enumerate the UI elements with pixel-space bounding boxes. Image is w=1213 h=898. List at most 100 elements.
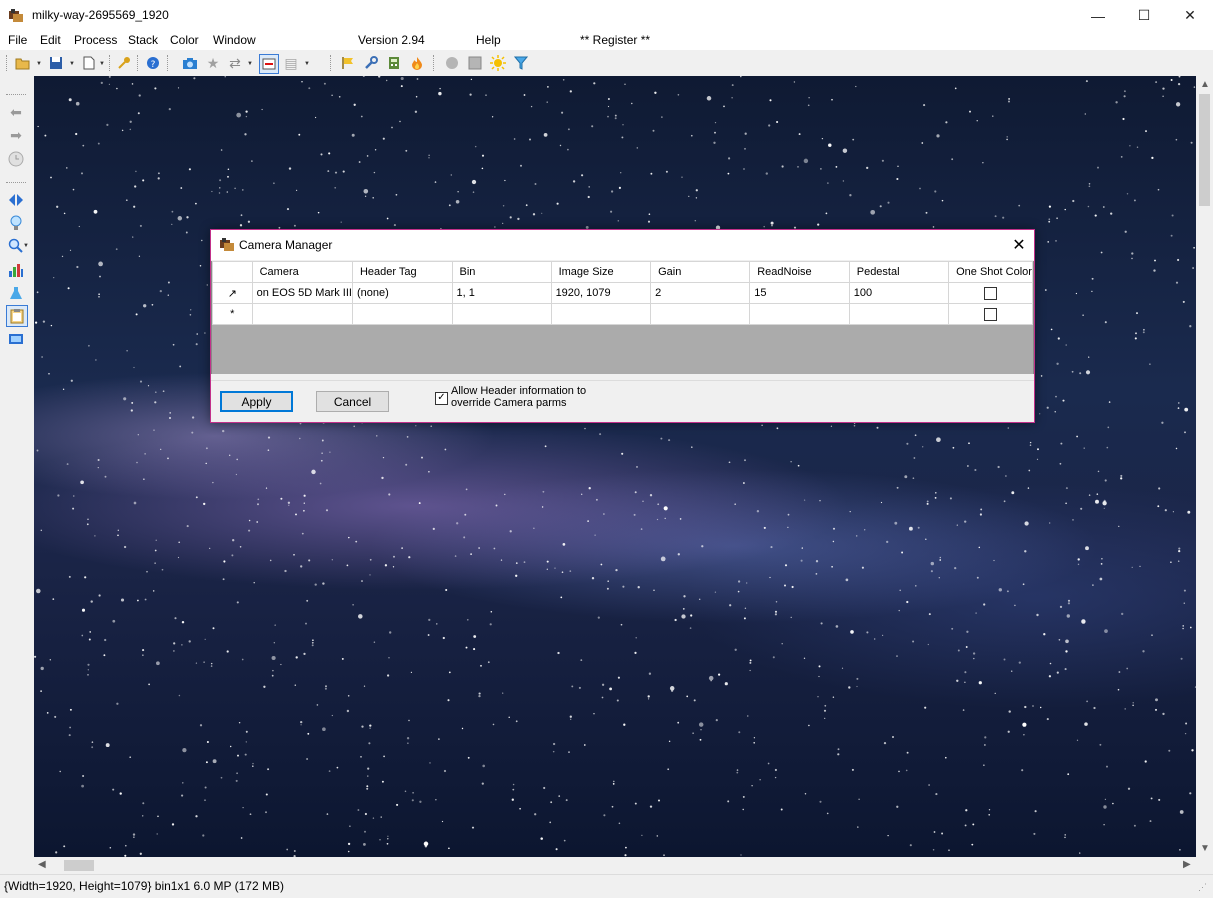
forward-arrow-icon[interactable]: ➡ bbox=[6, 125, 26, 145]
flip-horizontal-icon[interactable] bbox=[6, 190, 26, 210]
maximize-button[interactable]: ☐ bbox=[1121, 0, 1167, 31]
new-cell-gain[interactable] bbox=[650, 303, 751, 325]
dialog-title: Camera Manager bbox=[239, 238, 333, 252]
column-header[interactable]: Image Size bbox=[550, 261, 652, 283]
dialog-title-bar bbox=[211, 230, 1034, 260]
horizontal-scrollbar[interactable] bbox=[34, 857, 1196, 874]
save-dropdown-icon[interactable]: ▼ bbox=[69, 61, 75, 67]
sun-icon[interactable] bbox=[489, 54, 507, 72]
menu-color[interactable]: Color bbox=[170, 33, 199, 47]
menu-edit[interactable]: Edit bbox=[40, 33, 61, 47]
flag-icon[interactable] bbox=[339, 54, 357, 72]
close-button[interactable]: ✕ bbox=[1167, 0, 1213, 31]
starfield bbox=[34, 76, 1196, 857]
svg-text:?: ? bbox=[151, 60, 156, 70]
apply-button[interactable]: Apply bbox=[220, 391, 293, 412]
new-one-shot-color-checkbox[interactable] bbox=[984, 307, 998, 321]
scroll-up-icon[interactable]: ▲ bbox=[1200, 79, 1210, 90]
edit-row-marker-icon[interactable]: ↗ bbox=[212, 282, 253, 304]
cell-image-size[interactable]: 1920, 1079 bbox=[550, 282, 652, 304]
cell-pedestal[interactable]: 100 bbox=[848, 282, 950, 304]
column-header[interactable]: ReadNoise bbox=[749, 261, 850, 283]
dialog-app-icon bbox=[219, 237, 235, 253]
square-icon[interactable] bbox=[466, 54, 484, 72]
toolbar-separator bbox=[109, 55, 112, 71]
save-icon[interactable] bbox=[47, 54, 65, 72]
new-cell-pedestal[interactable] bbox=[848, 303, 950, 325]
camera-icon[interactable] bbox=[181, 54, 199, 72]
column-header[interactable]: One Shot Color bbox=[948, 261, 1033, 283]
grid-header-row: Camera Header Tag Bin Image Size Gain Re… bbox=[212, 261, 1033, 283]
calculator-icon[interactable] bbox=[385, 54, 403, 72]
horizontal-scroll-thumb[interactable] bbox=[64, 860, 94, 871]
scroll-right-icon[interactable]: ▶ bbox=[1183, 859, 1191, 870]
version-label: Version 2.94 bbox=[358, 33, 425, 47]
resize-grip-icon[interactable]: ⋰ bbox=[1198, 882, 1207, 893]
align-dropdown-icon[interactable]: ▼ bbox=[304, 61, 310, 67]
monitor-icon[interactable] bbox=[6, 329, 26, 349]
column-header[interactable]: Header Tag bbox=[351, 261, 453, 283]
cell-gain[interactable]: 2 bbox=[650, 282, 751, 304]
swap-icon[interactable]: ⇄ bbox=[226, 54, 244, 72]
menu-help[interactable]: Help bbox=[476, 33, 501, 47]
fire-icon[interactable] bbox=[408, 54, 426, 72]
menu-file[interactable]: File bbox=[8, 33, 27, 47]
clock-icon[interactable] bbox=[6, 149, 26, 169]
lightbulb-icon[interactable] bbox=[6, 213, 26, 233]
left-toolbar-separator bbox=[6, 182, 26, 183]
back-arrow-icon[interactable]: ⬅ bbox=[6, 102, 26, 122]
new-cell-camera[interactable] bbox=[251, 303, 353, 325]
key-icon[interactable] bbox=[115, 54, 133, 72]
column-header[interactable]: Gain bbox=[650, 261, 751, 283]
column-header[interactable]: Bin bbox=[451, 261, 552, 283]
window-title: milky-way-2695569_1920 bbox=[32, 8, 169, 22]
column-header[interactable]: Pedestal bbox=[848, 261, 950, 283]
new-cell-one-shot-color bbox=[948, 303, 1033, 325]
help-icon[interactable]: ? bbox=[144, 54, 162, 72]
scroll-down-icon[interactable]: ▼ bbox=[1200, 843, 1210, 854]
menu-register[interactable]: ** Register ** bbox=[580, 33, 650, 47]
menu-stack[interactable]: Stack bbox=[128, 33, 158, 47]
histogram-icon[interactable] bbox=[6, 260, 26, 280]
cell-read-noise[interactable]: 15 bbox=[749, 282, 850, 304]
allow-header-label[interactable]: Allow Header information to override Cam… bbox=[451, 385, 611, 409]
new-document-icon[interactable] bbox=[80, 54, 98, 72]
cell-camera[interactable]: on EOS 5D Mark III bbox=[251, 282, 353, 304]
remove-icon[interactable] bbox=[259, 54, 279, 74]
new-cell-read-noise[interactable] bbox=[749, 303, 850, 325]
new-dropdown-icon[interactable]: ▼ bbox=[99, 61, 105, 67]
menu-window[interactable]: Window bbox=[213, 33, 256, 47]
swap-dropdown-icon[interactable]: ▼ bbox=[247, 61, 253, 67]
vertical-scroll-thumb[interactable] bbox=[1199, 94, 1210, 206]
clipboard-icon[interactable] bbox=[6, 305, 28, 327]
circle-icon[interactable] bbox=[443, 54, 461, 72]
one-shot-color-checkbox[interactable] bbox=[984, 286, 998, 300]
new-cell-image-size[interactable] bbox=[550, 303, 652, 325]
menu-process[interactable]: Process bbox=[74, 33, 117, 47]
wrench-icon[interactable] bbox=[362, 54, 380, 72]
status-text: {Width=1920, Height=1079} bin1x1 6.0 MP … bbox=[4, 879, 284, 893]
cancel-button[interactable]: Cancel bbox=[316, 391, 389, 412]
cell-bin[interactable]: 1, 1 bbox=[451, 282, 552, 304]
table-row: ↗ on EOS 5D Mark III (none) 1, 1 1920, 1… bbox=[212, 282, 1033, 304]
cell-header-tag[interactable]: (none) bbox=[351, 282, 453, 304]
dialog-close-button[interactable]: ✕ bbox=[1007, 233, 1031, 257]
cell-one-shot-color bbox=[948, 282, 1033, 304]
scroll-left-icon[interactable]: ◀ bbox=[38, 859, 46, 870]
zoom-dropdown-icon[interactable]: ▼ bbox=[23, 243, 29, 249]
align-icon[interactable]: ▤ bbox=[282, 54, 300, 72]
camera-table: Camera Header Tag Bin Image Size Gain Re… bbox=[212, 261, 1033, 325]
minimize-button[interactable]: — bbox=[1075, 0, 1121, 31]
new-row-marker-icon[interactable]: * bbox=[212, 303, 253, 325]
flask-icon[interactable] bbox=[6, 283, 26, 303]
new-cell-header-tag[interactable] bbox=[351, 303, 453, 325]
new-cell-bin[interactable] bbox=[451, 303, 552, 325]
dialog-divider bbox=[211, 380, 1034, 381]
column-header[interactable]: Camera bbox=[251, 261, 353, 283]
filter-icon[interactable] bbox=[512, 54, 530, 72]
image-canvas[interactable] bbox=[34, 76, 1196, 857]
open-folder-icon[interactable] bbox=[14, 54, 32, 72]
star-icon[interactable]: ★ bbox=[204, 54, 222, 72]
open-dropdown-icon[interactable]: ▼ bbox=[36, 61, 42, 67]
allow-header-checkbox[interactable]: ✓ bbox=[435, 392, 448, 405]
